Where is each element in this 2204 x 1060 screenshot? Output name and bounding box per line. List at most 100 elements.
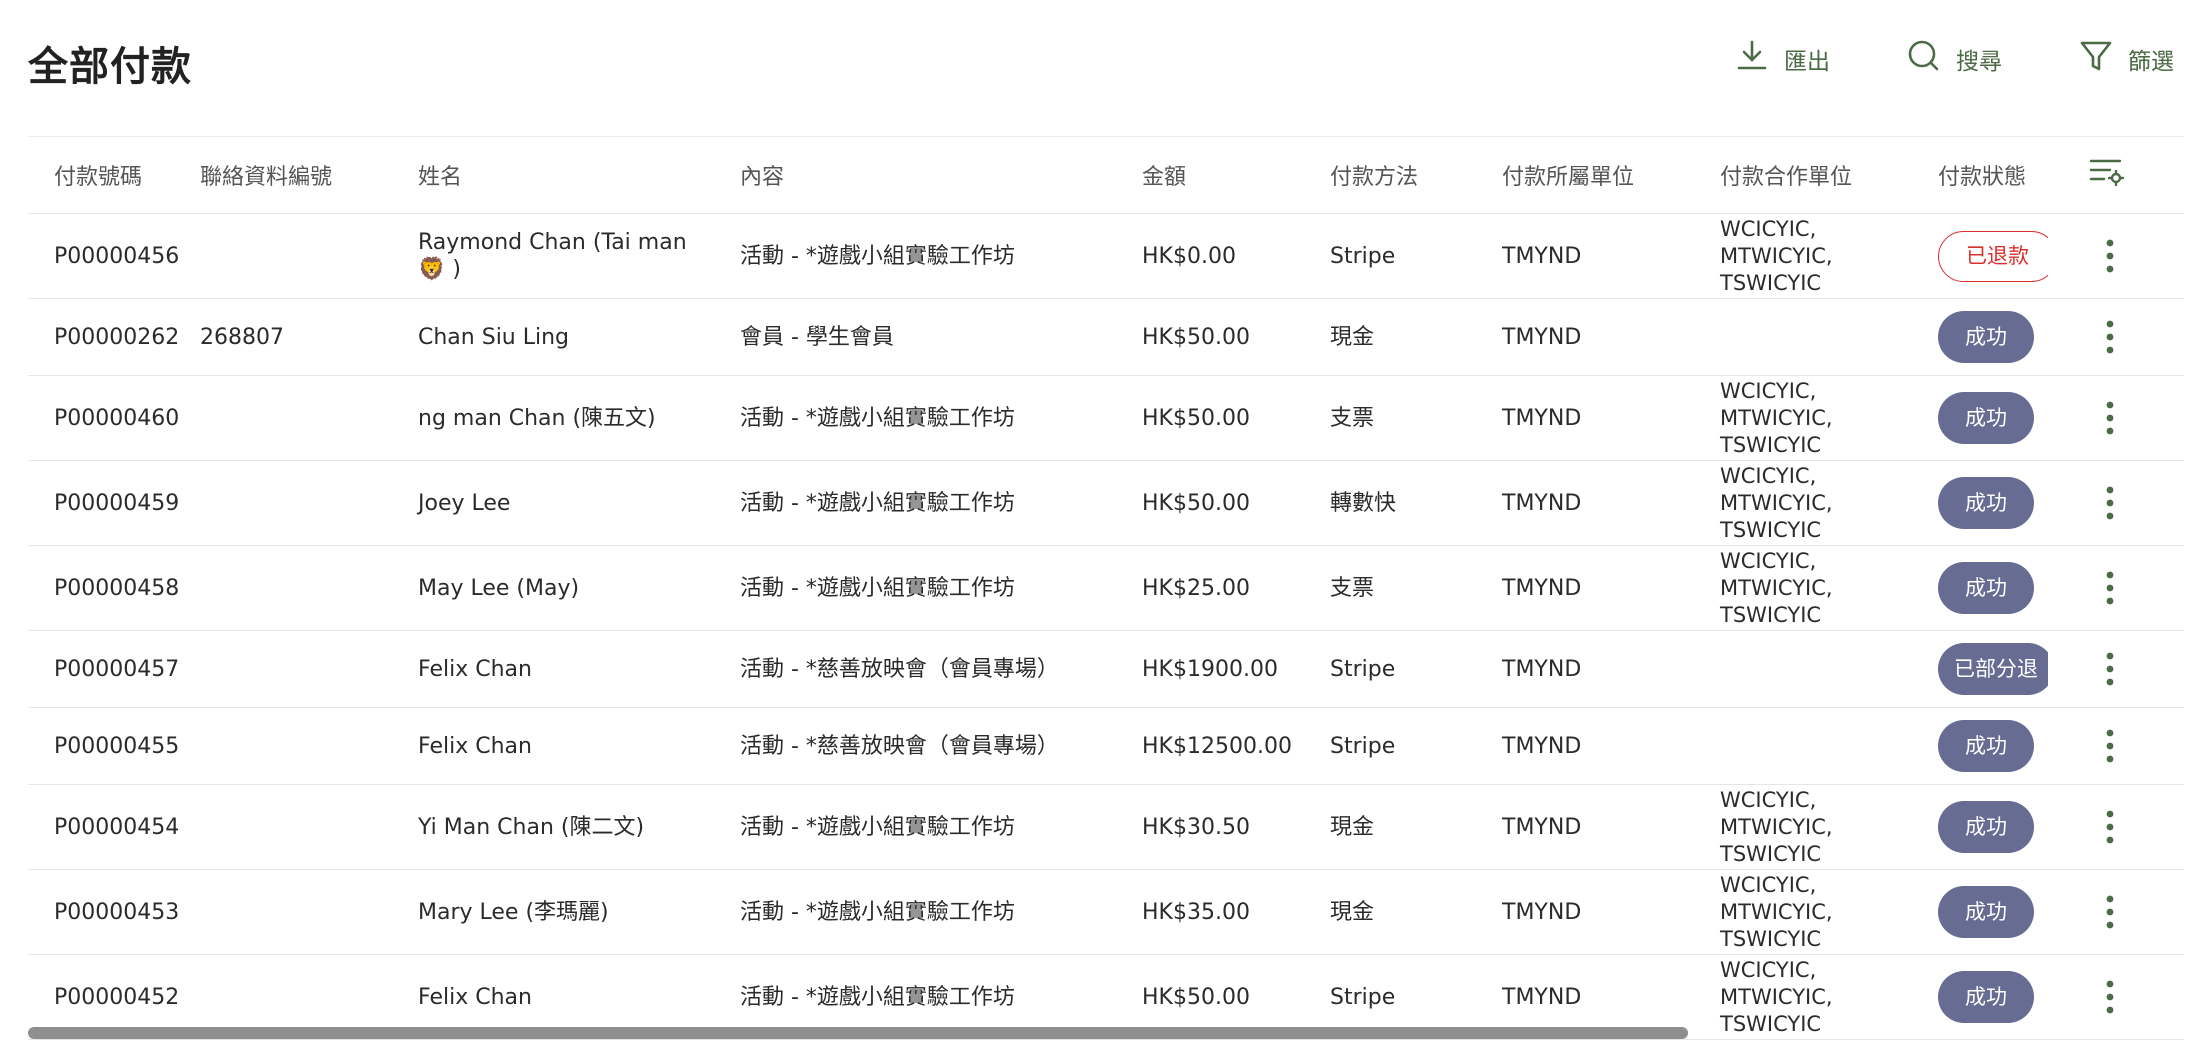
more-options-button[interactable] (2088, 234, 2132, 278)
table-row[interactable]: P00000460 ng man Chan (陳五文) 活動 - *遊戲小組實驗工作… (28, 375, 2184, 461)
more-options-button[interactable] (2088, 805, 2132, 849)
cell-payment-unit: TMYND (1502, 213, 1720, 299)
header-payment-number[interactable]: 付款號碼 (28, 137, 200, 214)
header-content[interactable]: 內容 (740, 137, 1142, 214)
row-actions-cell (2088, 460, 2184, 546)
filter-button[interactable]: 篩選 (2078, 38, 2174, 80)
status-badge-container: 已部分退 (1938, 643, 2048, 695)
cell-amount: HK$0.00 (1142, 213, 1330, 299)
more-vertical-icon (2106, 486, 2114, 520)
status-badge: 成功 (1938, 562, 2034, 614)
header-partner-unit[interactable]: 付款合作單位 (1720, 137, 1938, 214)
cell-payment-number: P00000456 (28, 213, 200, 299)
cell-content: 活動 - *遊戲小組實驗工作坊 (740, 375, 1142, 461)
more-options-button[interactable] (2088, 396, 2132, 440)
cell-payment-status: 成功 (1938, 707, 2088, 785)
status-badge-container: 成功 (1938, 311, 2048, 363)
cell-payment-number: P00000457 (28, 630, 200, 708)
cell-partner-unit: WCICYIC, MTWICYIC, TSWICYIC (1720, 869, 1938, 955)
cell-contact-number: 268807 (200, 298, 418, 376)
row-actions-cell (2088, 630, 2184, 708)
cell-name: Mary Lee (李瑪麗) (418, 869, 740, 955)
cell-content: 活動 - *慈善放映會（會員專場） (740, 707, 1142, 785)
column-settings-icon (2088, 159, 2125, 194)
search-icon (1906, 38, 1956, 80)
cell-contact-number (200, 784, 418, 870)
table-row[interactable]: P00000457 Felix Chan 活動 - *慈善放映會（會員專場） HK$1… (28, 630, 2184, 708)
status-badge-container: 已退款 (1938, 230, 2048, 282)
status-badge: 成功 (1938, 971, 2034, 1023)
row-actions-cell (2088, 375, 2184, 461)
cell-partner-unit: WCICYIC, MTWICYIC, TSWICYIC (1720, 213, 1938, 299)
cell-contact-number (200, 545, 418, 631)
table-row[interactable]: P00000458 May Lee (May) 活動 - *遊戲小組實驗工作坊 HK$… (28, 545, 2184, 631)
cell-payment-method: 轉數快 (1330, 460, 1502, 546)
more-options-button[interactable] (2088, 975, 2132, 1019)
cell-payment-status: 成功 (1938, 545, 2088, 631)
cell-name: Raymond Chan (Tai man 🦁 ) (418, 213, 740, 299)
cell-content: 活動 - *遊戲小組實驗工作坊 (740, 460, 1142, 546)
more-options-button[interactable] (2088, 481, 2132, 525)
horizontal-scrollbar[interactable] (28, 1027, 1688, 1039)
payments-page: 全部付款 匯出 搜尋 篩選 付款號碼 聯絡資料編號 姓名 內容 金額 付款方法 … (0, 0, 2204, 1060)
cell-payment-status: 已退款 (1938, 213, 2088, 299)
more-options-button[interactable] (2088, 647, 2132, 691)
cell-payment-number: P00000460 (28, 375, 200, 461)
cell-content: 會員 - 學生會員 (740, 298, 1142, 376)
cell-contact-number (200, 213, 418, 299)
export-button[interactable]: 匯出 (1734, 38, 1830, 80)
more-vertical-icon (2106, 401, 2114, 435)
header-contact-number[interactable]: 聯絡資料編號 (200, 137, 418, 214)
table-row[interactable]: P00000453 Mary Lee (李瑪麗) 活動 - *遊戲小組實驗工作坊 HK… (28, 869, 2184, 955)
payments-table: 付款號碼 聯絡資料編號 姓名 內容 金額 付款方法 付款所屬單位 付款合作單位 … (28, 136, 2184, 1040)
cell-partner-unit: WCICYIC, MTWICYIC, TSWICYIC (1720, 545, 1938, 631)
cell-content: 活動 - *慈善放映會（會員專場） (740, 630, 1142, 708)
cell-content: 活動 - *遊戲小組實驗工作坊 (740, 869, 1142, 955)
cell-name: Chan Siu Ling (418, 298, 740, 376)
status-badge: 成功 (1938, 392, 2034, 444)
more-options-button[interactable] (2088, 315, 2132, 359)
cell-payment-status: 成功 (1938, 375, 2088, 461)
cell-payment-number: P00000458 (28, 545, 200, 631)
row-actions-cell (2088, 213, 2184, 299)
more-options-button[interactable] (2088, 724, 2132, 768)
header-name[interactable]: 姓名 (418, 137, 740, 214)
more-options-button[interactable] (2088, 566, 2132, 610)
status-badge: 成功 (1938, 720, 2034, 772)
cell-payment-method: Stripe (1330, 213, 1502, 299)
download-icon (1734, 38, 1784, 80)
table-row[interactable]: P00000459 Joey Lee 活動 - *遊戲小組實驗工作坊 HK$50.00… (28, 460, 2184, 546)
cell-payment-status: 已部分退 (1938, 630, 2088, 708)
cell-payment-method: 支票 (1330, 375, 1502, 461)
status-badge-container: 成功 (1938, 971, 2048, 1023)
export-label: 匯出 (1784, 49, 1830, 75)
cell-partner-unit (1720, 630, 1938, 708)
table-row[interactable]: P00000454 Yi Man Chan (陳二文) 活動 - *遊戲小組實驗工作… (28, 784, 2184, 870)
cell-amount: HK$1900.00 (1142, 630, 1330, 708)
table-row[interactable]: P00000262 268807 Chan Siu Ling 會員 - 學生會員 HK$… (28, 298, 2184, 376)
header-payment-method[interactable]: 付款方法 (1330, 137, 1502, 214)
header-payment-unit[interactable]: 付款所屬單位 (1502, 137, 1720, 214)
filter-icon (2078, 38, 2128, 80)
cell-payment-method: 現金 (1330, 298, 1502, 376)
cell-name: Yi Man Chan (陳二文) (418, 784, 740, 870)
status-badge: 已部分退 (1938, 643, 2048, 695)
cell-partner-unit: WCICYIC, MTWICYIC, TSWICYIC (1720, 784, 1938, 870)
cell-amount: HK$25.00 (1142, 545, 1330, 631)
cell-amount: HK$35.00 (1142, 869, 1330, 955)
more-vertical-icon (2106, 239, 2114, 273)
table-row[interactable]: P00000456 Raymond Chan (Tai man 🦁 ) 活動 - *… (28, 213, 2184, 299)
status-badge: 成功 (1938, 886, 2034, 938)
header-amount[interactable]: 金額 (1142, 137, 1330, 214)
table-row[interactable]: P00000455 Felix Chan 活動 - *慈善放映會（會員專場） HK$1… (28, 707, 2184, 785)
more-vertical-icon (2106, 320, 2114, 354)
status-badge-container: 成功 (1938, 477, 2048, 529)
page-title: 全部付款 (28, 44, 192, 90)
cell-payment-number: P00000262 (28, 298, 200, 376)
more-options-button[interactable] (2088, 890, 2132, 934)
cell-partner-unit: WCICYIC, MTWICYIC, TSWICYIC (1720, 375, 1938, 461)
search-button[interactable]: 搜尋 (1906, 38, 2002, 80)
header-payment-status[interactable]: 付款狀態 (1938, 137, 2088, 214)
cell-partner-unit (1720, 298, 1938, 376)
column-settings-button[interactable] (2088, 137, 2184, 214)
